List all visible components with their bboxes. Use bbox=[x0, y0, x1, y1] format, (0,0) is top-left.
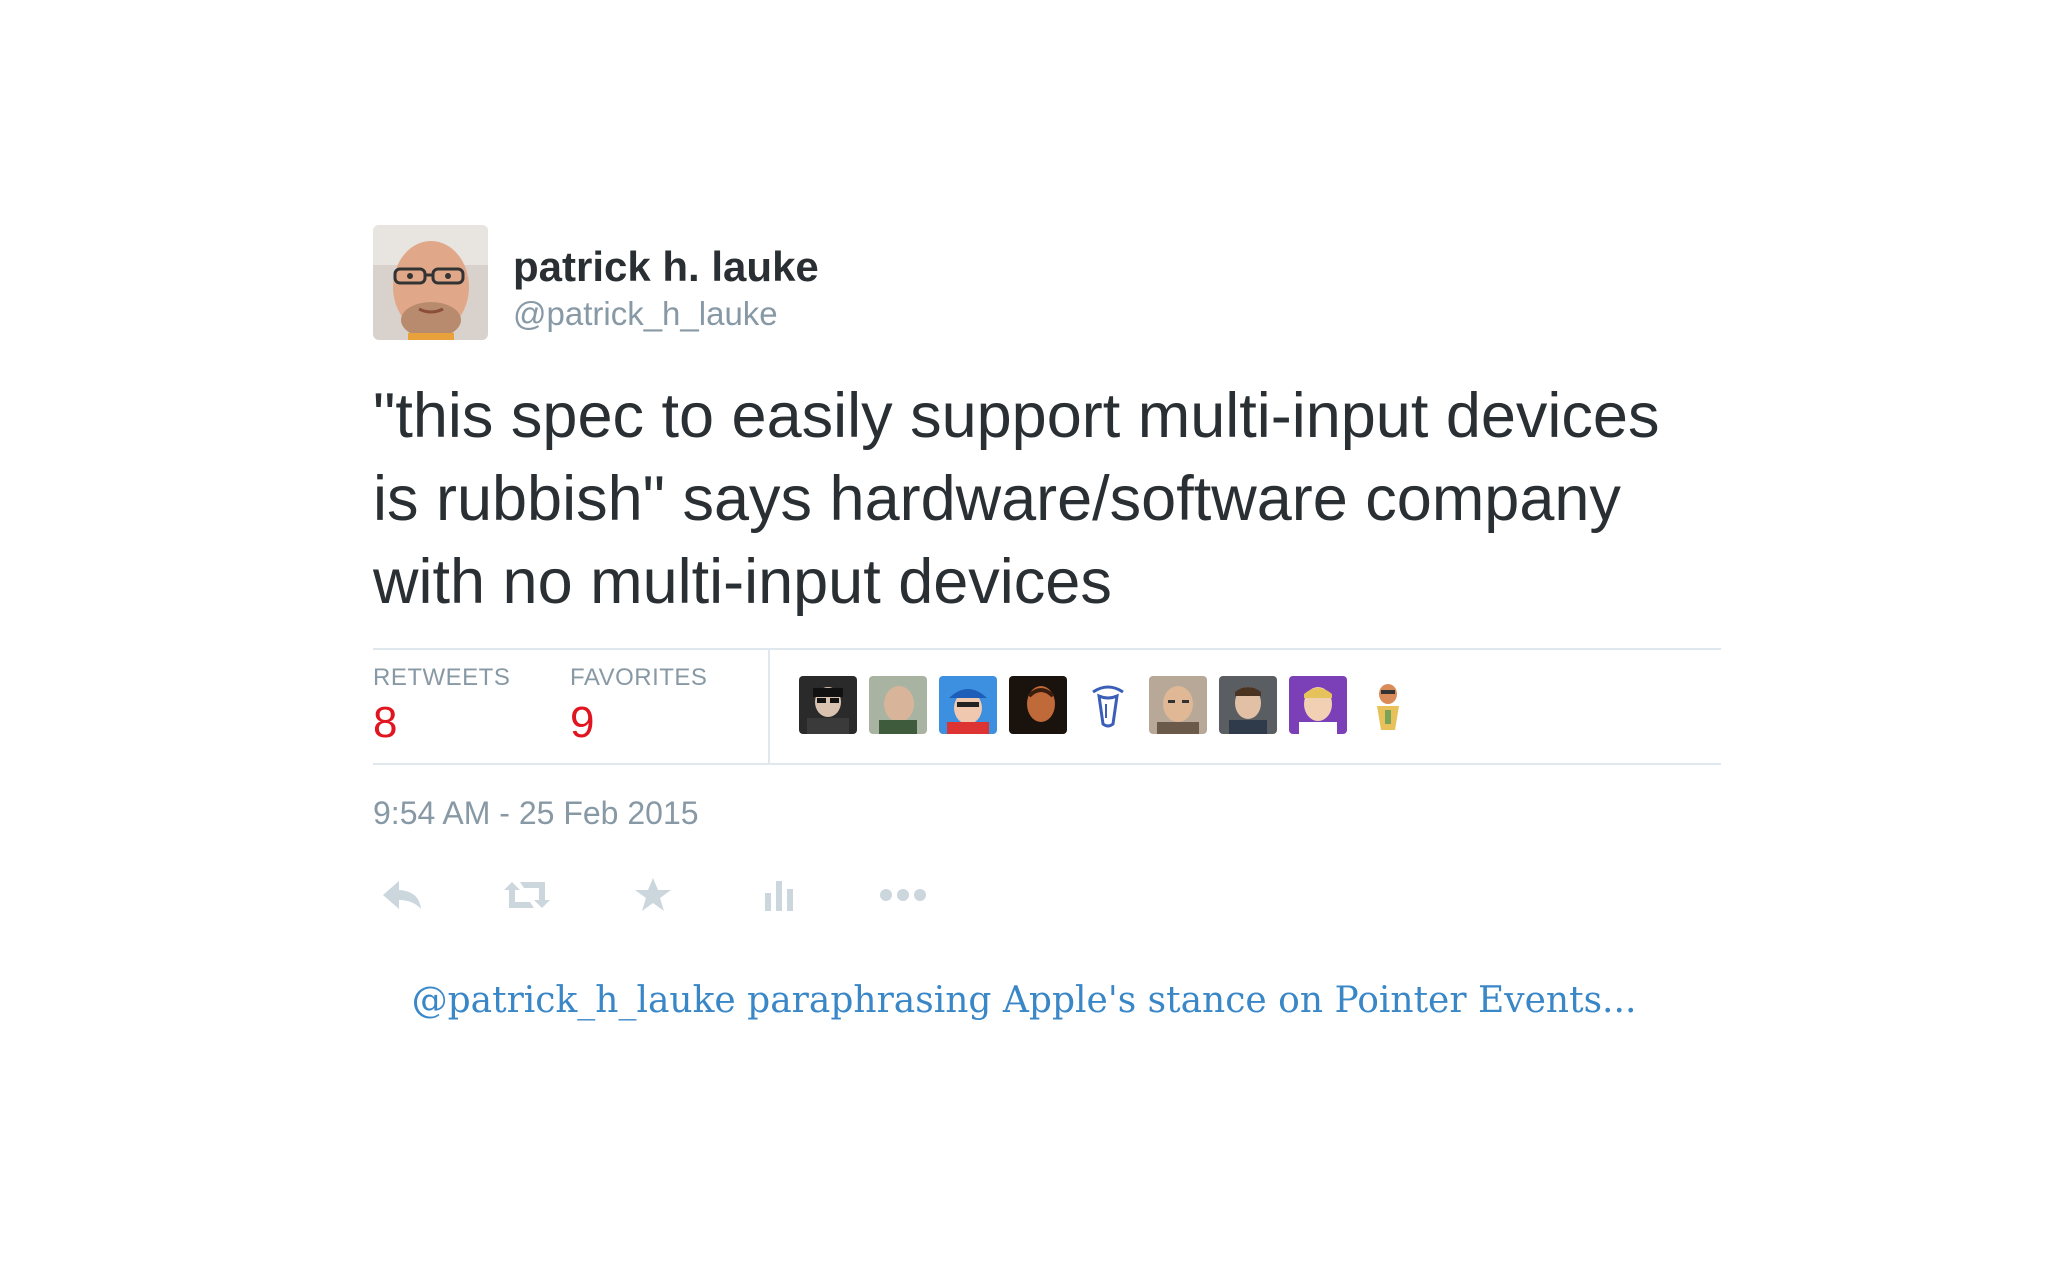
tweet-stats: RETWEETS 8 FAVORITES 9 bbox=[373, 648, 1721, 765]
favoriter-avatar[interactable] bbox=[799, 676, 857, 734]
favorites-label: FAVORITES bbox=[570, 664, 708, 691]
author-name[interactable]: patrick h. lauke bbox=[513, 243, 819, 291]
favoriter-avatar[interactable] bbox=[1009, 676, 1067, 734]
tweet-header: patrick h. lauke @patrick_h_lauke bbox=[373, 225, 1721, 345]
favoriter-avatar[interactable] bbox=[1079, 676, 1137, 734]
favoriter-avatar[interactable] bbox=[1219, 676, 1277, 734]
author-handle[interactable]: @patrick_h_lauke bbox=[513, 295, 778, 333]
favorites-stat[interactable]: FAVORITES 9 bbox=[570, 664, 707, 748]
retweets-count: 8 bbox=[373, 698, 398, 747]
retweets-label: RETWEETS bbox=[373, 664, 511, 691]
slide-caption: @patrick_h_lauke paraphrasing Apple's st… bbox=[411, 980, 1637, 1021]
favoriter-avatars bbox=[799, 676, 1417, 734]
favoriter-avatar[interactable] bbox=[1359, 676, 1417, 734]
favoriter-avatar[interactable] bbox=[1149, 676, 1207, 734]
tweet-text: "this spec to easily support multi-input… bbox=[373, 381, 1660, 617]
retweet-icon[interactable] bbox=[497, 865, 557, 925]
favoriter-avatar[interactable] bbox=[1289, 676, 1347, 734]
tweet-timestamp[interactable]: 9:54 AM - 25 Feb 2015 bbox=[373, 795, 699, 832]
favoriter-avatar[interactable] bbox=[869, 676, 927, 734]
favoriter-avatar[interactable] bbox=[939, 676, 997, 734]
tweet-card: patrick h. lauke @patrick_h_lauke "this … bbox=[373, 225, 1721, 911]
author-avatar[interactable] bbox=[373, 225, 488, 340]
retweets-stat[interactable]: RETWEETS 8 bbox=[373, 664, 510, 748]
favorite-icon[interactable] bbox=[623, 865, 683, 925]
reply-icon[interactable] bbox=[373, 865, 433, 925]
more-icon[interactable] bbox=[873, 865, 933, 925]
stats-divider bbox=[768, 650, 770, 763]
stats-icon[interactable] bbox=[749, 865, 809, 925]
favorites-count: 9 bbox=[570, 698, 595, 747]
